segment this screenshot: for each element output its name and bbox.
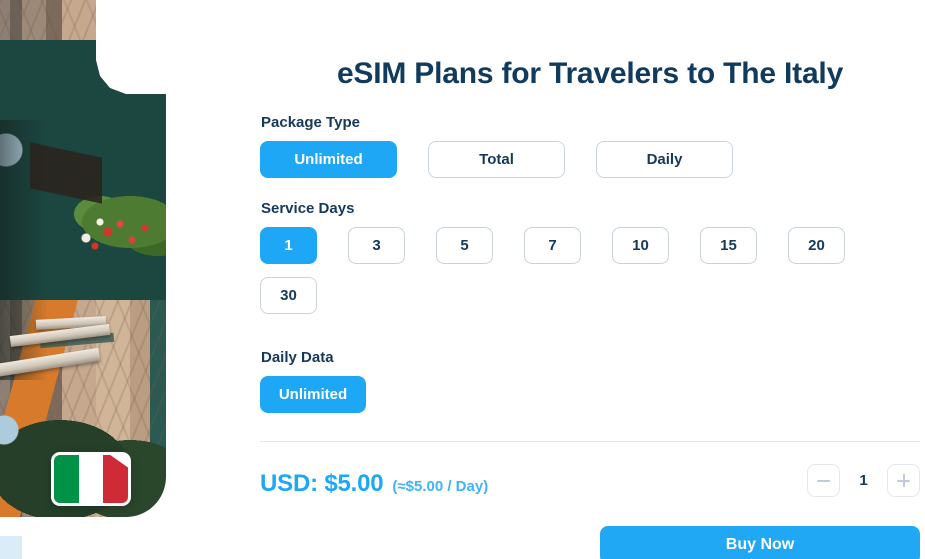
quantity-decrease-button[interactable] (807, 464, 840, 497)
service-days-label: Service Days (261, 200, 355, 217)
decorative-blue-chip (0, 536, 22, 559)
hero-image-panel (0, 0, 166, 517)
service-days-option-30[interactable]: 30 (260, 277, 317, 314)
service-days-option-5[interactable]: 5 (436, 227, 493, 264)
daily-data-label: Daily Data (261, 349, 334, 366)
daily-data-section: Daily Data Unlimited (260, 349, 920, 413)
quantity-stepper: 1 (807, 464, 920, 497)
daily-data-option-unlimited[interactable]: Unlimited (260, 376, 366, 413)
hero-image-clip (0, 0, 166, 517)
service-days-option-3[interactable]: 3 (348, 227, 405, 264)
package-type-option-unlimited[interactable]: Unlimited (260, 141, 397, 178)
price-row: USD: $5.00 (≈$5.00 / Day) 1 (260, 464, 920, 504)
country-flag-badge (51, 452, 131, 506)
esim-plan-page: eSIM Plans for Travelers to The Italy Pa… (0, 0, 925, 559)
package-type-option-total[interactable]: Total (428, 141, 565, 178)
service-days-options: 1 3 5 7 10 15 20 30 (260, 227, 900, 327)
service-days-option-1[interactable]: 1 (260, 227, 317, 264)
section-divider (260, 441, 920, 442)
package-type-section: Package Type Unlimited Total Daily (260, 114, 920, 178)
minus-icon (817, 474, 830, 487)
plus-icon (897, 474, 910, 487)
price-per-day: (≈$5.00 / Day) (392, 477, 489, 495)
italy-flag-icon (54, 455, 128, 503)
package-type-options: Unlimited Total Daily (260, 141, 920, 178)
service-days-option-10[interactable]: 10 (612, 227, 669, 264)
buy-button-wrap: Buy Now (260, 526, 920, 559)
plan-content: eSIM Plans for Travelers to The Italy Pa… (260, 0, 920, 559)
service-days-option-20[interactable]: 20 (788, 227, 845, 264)
price-total: USD: $5.00 (260, 470, 384, 497)
daily-data-options: Unlimited (260, 376, 920, 413)
quantity-value: 1 (859, 472, 868, 489)
quantity-increase-button[interactable] (887, 464, 920, 497)
flag-stripe-red (103, 455, 128, 503)
service-days-option-7[interactable]: 7 (524, 227, 581, 264)
flag-stripe-white (78, 455, 104, 503)
flag-stripe-green (54, 455, 79, 503)
buy-now-button[interactable]: Buy Now (600, 526, 920, 559)
service-days-option-15[interactable]: 15 (700, 227, 757, 264)
service-days-section: Service Days 1 3 5 7 10 15 20 30 (260, 200, 920, 327)
package-type-label: Package Type (261, 114, 360, 131)
package-type-option-daily[interactable]: Daily (596, 141, 733, 178)
page-title: eSIM Plans for Travelers to The Italy (336, 57, 844, 90)
